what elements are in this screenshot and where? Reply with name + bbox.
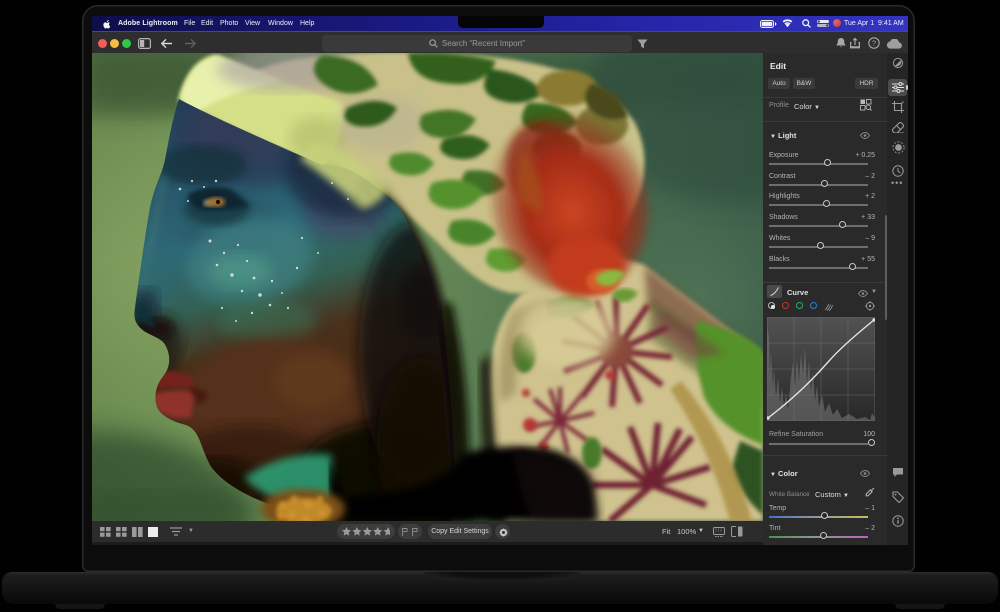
svg-text:?: ? bbox=[872, 39, 876, 48]
